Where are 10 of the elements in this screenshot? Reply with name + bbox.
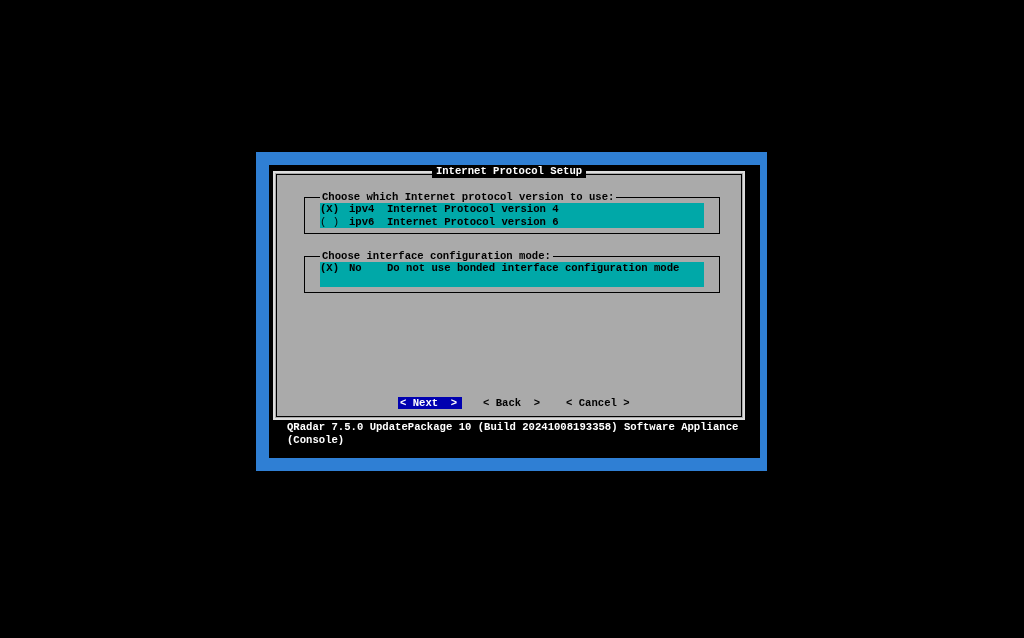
radio-option[interactable]: (X) ipv4 Internet Protocol version 4	[320, 203, 704, 216]
radio-option[interactable]: (X) No Do not use bonded interface configuration mode	[320, 262, 704, 275]
radio-option[interactable]: ( ) ipv6 Internet Protocol version 6	[320, 215, 704, 228]
dialog-title: Internet Protocol Setup	[431, 165, 587, 178]
group-prompt: Choose which Internet protocol version to use:	[321, 191, 616, 203]
dialog-footer-text: QRadar 7.5.0 UpdatePackage 10 (Build 20241008193358) Software Appliance (Console)	[286, 421, 740, 446]
dialog-button[interactable]: < Cancel >	[564, 397, 628, 409]
dialog-button[interactable]: < Next >	[398, 397, 462, 409]
group-prompt: Choose interface configuration mode:	[321, 250, 552, 262]
dialog-button[interactable]: < Back >	[481, 397, 545, 409]
